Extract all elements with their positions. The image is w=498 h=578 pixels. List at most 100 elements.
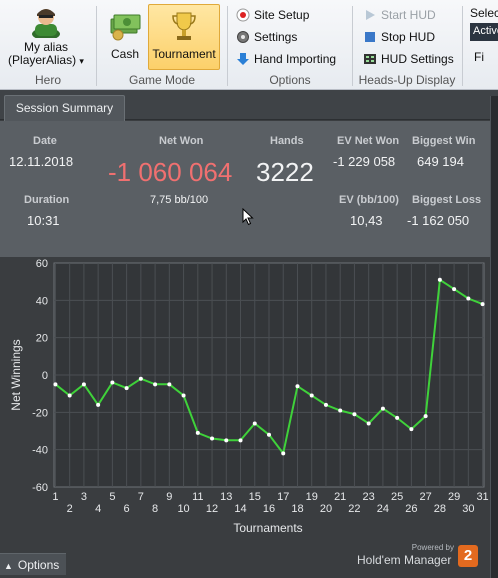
filter-button[interactable]: Fi <box>474 50 484 64</box>
data-point <box>124 386 129 391</box>
data-point <box>238 438 243 443</box>
hand-importing-label: Hand Importing <box>254 52 337 66</box>
biggest-win-label: Biggest Win <box>412 135 476 147</box>
data-point <box>423 414 428 419</box>
data-point <box>167 382 172 387</box>
biggest-loss-value: -1 162 050 <box>407 213 470 228</box>
x-tick-label: 28 <box>434 503 446 515</box>
hero-group: My alias (PlayerAlias) ▾ Hero <box>0 0 96 90</box>
data-point <box>338 408 343 413</box>
data-point <box>295 384 300 389</box>
data-point <box>110 380 115 385</box>
active-combo[interactable]: Active <box>470 23 498 41</box>
options-toggle-button[interactable]: ▲ Options <box>0 553 66 575</box>
data-point <box>210 436 215 441</box>
x-tick-label: 15 <box>249 491 261 503</box>
y-tick-label: 20 <box>36 333 48 345</box>
y-tick-label: 0 <box>42 370 48 382</box>
date-label: Date <box>33 135 57 147</box>
ev-bb100-value: 10,43 <box>350 213 383 228</box>
y-axis-ticks: 60 40 20 0 -20 -40 -60 <box>32 258 48 494</box>
data-point <box>224 438 229 443</box>
data-point <box>67 393 72 398</box>
hand-importing-button[interactable]: Hand Importing <box>236 49 336 69</box>
y-axis-title: Net Winnings <box>9 339 23 410</box>
data-point <box>53 382 58 387</box>
x-tick-label: 31 <box>476 491 488 503</box>
hands-value: 3222 <box>256 157 314 187</box>
game-mode-group-title: Game Mode <box>128 73 196 87</box>
x-tick-label: 14 <box>234 503 246 515</box>
y-tick-label: 40 <box>36 295 48 307</box>
site-setup-button[interactable]: Site Setup <box>236 5 309 25</box>
x-tick-label: 11 <box>192 491 203 503</box>
data-point <box>153 382 158 387</box>
start-hud-label: Start HUD <box>381 8 436 22</box>
hero-selector-button[interactable]: My alias (PlayerAlias) ▾ <box>4 2 88 70</box>
x-tick-label: 29 <box>448 491 460 503</box>
data-point <box>267 432 271 437</box>
data-point <box>466 296 471 301</box>
tab-strip: Session Summary <box>0 90 498 121</box>
brand-name: Hold'em Manager <box>357 553 452 567</box>
settings-button[interactable]: Settings <box>236 27 297 47</box>
ribbon-toolbar: My alias (PlayerAlias) ▾ Hero Cash Tourn… <box>0 0 498 90</box>
x-tick-label: 20 <box>320 503 332 515</box>
net-won-value: -1 060 064 <box>108 157 233 187</box>
data-point <box>281 451 286 456</box>
hud-group: Start HUD Stop HUD HUD Settings Heads-Up… <box>353 0 461 90</box>
stop-hud-button[interactable]: Stop HUD <box>363 27 435 47</box>
chevron-up-icon: ▲ <box>4 561 13 571</box>
chart-svg: 6040200-20-40-60 12345678910111213141516… <box>9 258 489 535</box>
data-point <box>181 393 186 398</box>
select-label: Select <box>470 6 498 20</box>
tab-session-summary[interactable]: Session Summary <box>4 95 125 121</box>
x-tick-label: 19 <box>306 491 318 503</box>
site-setup-icon <box>236 8 250 22</box>
download-arrow-icon <box>237 53 249 65</box>
x-tick-label: 4 <box>95 503 101 515</box>
x-tick-label: 26 <box>405 503 417 515</box>
stop-hud-label: Stop HUD <box>381 30 436 44</box>
x-tick-label: 3 <box>81 491 87 503</box>
bb100-value: 7,75 bb/100 <box>150 194 209 206</box>
x-tick-label: 12 <box>206 503 218 515</box>
game-mode-group: Cash Tournament Game Mode <box>97 0 227 90</box>
x-tick-label: 10 <box>177 503 189 515</box>
options-group-title: Options <box>269 73 311 87</box>
x-tick-label: 21 <box>334 491 346 503</box>
tournament-mode-button[interactable]: Tournament <box>148 4 220 70</box>
date-value: 12.11.2018 <box>9 154 74 169</box>
data-point <box>96 402 101 407</box>
ev-net-won-label: EV Net Won <box>337 135 400 147</box>
data-point <box>366 421 371 426</box>
site-setup-label: Site Setup <box>254 8 310 22</box>
x-tick-label: 7 <box>138 491 144 503</box>
cash-mode-button[interactable]: Cash <box>103 4 147 70</box>
hero-avatar-icon <box>32 9 60 38</box>
hud-settings-button[interactable]: HUD Settings <box>363 49 454 69</box>
hero-player-label: (PlayerAlias) <box>8 53 77 67</box>
settings-label: Settings <box>254 30 298 44</box>
data-point <box>452 287 457 292</box>
x-tick-label: 9 <box>166 491 172 503</box>
start-hud-button[interactable]: Start HUD <box>363 5 436 25</box>
data-point <box>480 302 485 307</box>
hm2-logo-icon: 2 <box>458 545 478 567</box>
vertical-scrollbar[interactable] <box>490 96 498 578</box>
data-point <box>409 427 414 432</box>
divider <box>462 6 463 86</box>
x-tick-label: 17 <box>277 491 289 503</box>
options-group: Site Setup Settings Hand Importing Optio… <box>228 0 352 90</box>
data-point <box>309 393 314 398</box>
ev-net-won-value: -1 229 058 <box>333 154 396 169</box>
biggest-loss-label: Biggest Loss <box>412 194 482 206</box>
x-tick-label: 8 <box>152 503 158 515</box>
y-tick-label: -40 <box>32 445 48 457</box>
x-tick-label: 6 <box>124 503 130 515</box>
x-tick-label: 1 <box>52 491 58 503</box>
ev-bb100-label: EV (bb/100) <box>339 194 399 206</box>
hud-group-title: Heads-Up Display <box>358 73 456 87</box>
trophy-icon <box>172 12 196 40</box>
biggest-win-value: 649 194 <box>417 154 464 169</box>
